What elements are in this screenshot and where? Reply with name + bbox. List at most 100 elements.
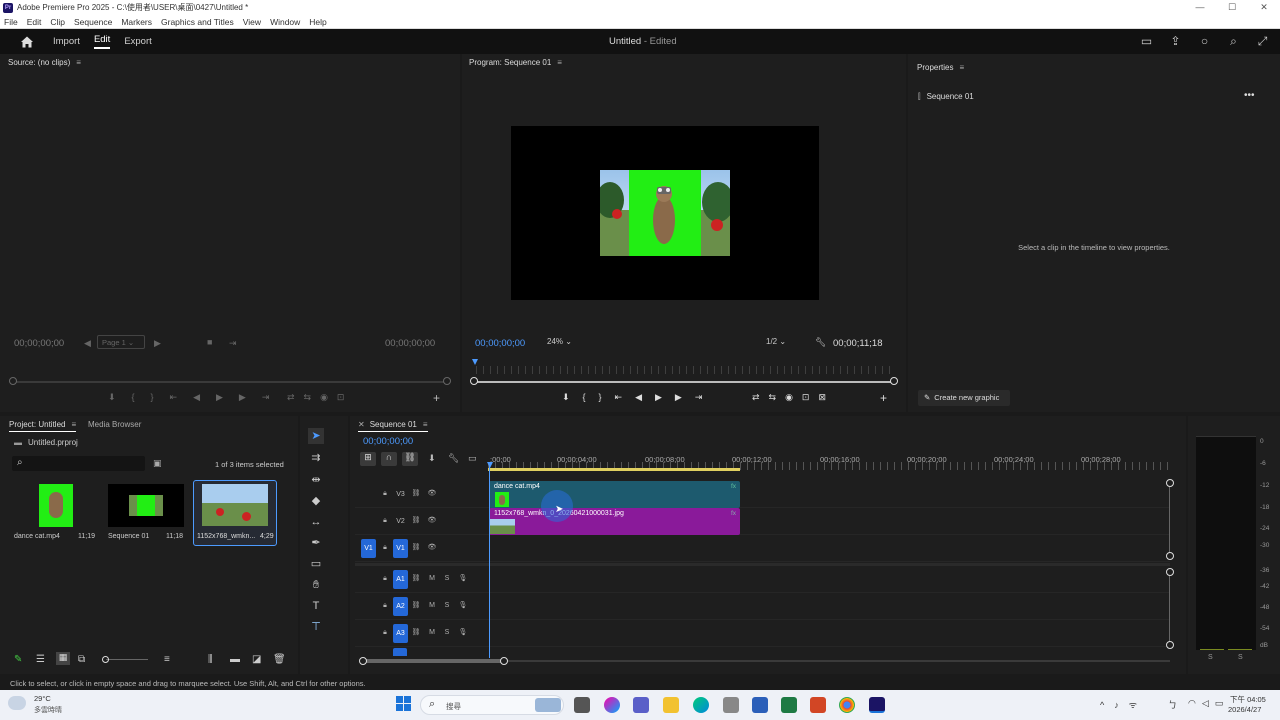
system-tray-icons[interactable]: ^♪ᯤ <box>1100 698 1147 711</box>
caption-tool-icon[interactable]: ⊤ <box>308 619 324 635</box>
menu-edit[interactable]: Edit <box>27 17 42 27</box>
panel-menu-icon[interactable]: ≡ <box>959 63 964 72</box>
nav-export[interactable]: Export <box>124 36 151 47</box>
page-select[interactable]: Page 1 ⌄ <box>97 335 145 349</box>
sync-lock-icon[interactable]: ⛓︎ <box>410 488 422 500</box>
lock-icon[interactable]: 🔒︎ <box>379 488 391 500</box>
solo-button[interactable]: S <box>441 573 453 585</box>
next-page-icon[interactable]: ▶ <box>154 338 161 349</box>
clip-image[interactable]: 1152x768_wmkn_0_20260421000031.jpg fx <box>489 508 740 535</box>
hscroll-handle-right[interactable] <box>500 657 508 665</box>
excel-icon[interactable] <box>781 697 797 713</box>
timeline-timecode[interactable]: 00;00;00;00 <box>363 436 413 447</box>
minimize-button[interactable]: — <box>1184 0 1216 15</box>
tab-media-browser[interactable]: Media Browser <box>88 420 141 429</box>
project-item-image-selected[interactable]: 1152x768_wmkn... 4;29 <box>193 480 277 546</box>
trash-icon[interactable]: 🗑︎ <box>273 654 286 665</box>
audio-vscroll-handle-bottom[interactable] <box>1166 641 1174 649</box>
freeform-view-icon[interactable]: ⧉ <box>78 654 85 665</box>
taskbar-search[interactable]: ⌕ 搜尋 <box>420 695 564 715</box>
mic-icon[interactable]: 🎙︎ <box>457 627 469 639</box>
vscroll-handle-bottom[interactable] <box>1166 552 1174 560</box>
zoom-slider[interactable] <box>102 656 148 663</box>
lock-icon[interactable]: 🔒︎ <box>379 627 391 639</box>
list-view-icon[interactable]: ☰ <box>36 654 45 665</box>
ime-icon[interactable]: ㄅ <box>1168 698 1177 711</box>
program-timecode-current[interactable]: 00;00;00;00 <box>475 338 525 349</box>
sync-lock-icon[interactable]: ⛓︎ <box>410 627 422 639</box>
mute-button[interactable]: M <box>426 573 438 585</box>
track-name[interactable]: A2 <box>393 597 408 616</box>
nest-toggle-icon[interactable]: ⊞ <box>360 452 376 466</box>
pencil-icon[interactable]: ✎ <box>14 654 22 665</box>
search-icon[interactable]: ⌕ <box>1226 34 1241 49</box>
program-time-ruler[interactable] <box>476 366 894 374</box>
menu-window[interactable]: Window <box>270 17 300 27</box>
linked-selection-icon[interactable]: ⛓︎ <box>402 452 418 466</box>
settings-square-icon[interactable]: ■ <box>207 337 212 347</box>
network-volume-battery-icon[interactable]: ◠◁▭ <box>1188 698 1229 709</box>
timeline-playhead-head[interactable] <box>487 462 493 468</box>
nav-edit[interactable]: Edit <box>93 34 111 49</box>
create-new-graphic-button[interactable]: ✎ Create new graphic <box>918 390 1010 406</box>
snap-icon[interactable]: ∩ <box>381 452 397 466</box>
track-name[interactable]: A1 <box>393 570 408 589</box>
workspace-icon[interactable]: ▭ <box>1139 34 1154 49</box>
menu-help[interactable]: Help <box>309 17 326 27</box>
source-out-handle[interactable] <box>443 377 451 385</box>
mic-icon[interactable]: 🎙︎ <box>457 573 469 585</box>
source-in-handle[interactable] <box>9 377 17 385</box>
eye-icon[interactable]: 👁︎ <box>426 542 438 554</box>
new-bin-icon[interactable]: ▬ <box>230 654 240 665</box>
timeline-settings-icon[interactable]: 🔧︎ <box>448 453 459 464</box>
progress-icon[interactable]: ○ <box>1197 34 1212 49</box>
hscroll-handle-left[interactable] <box>359 657 367 665</box>
hand-tool-icon[interactable]: ✋︎ <box>308 577 324 593</box>
mute-button[interactable]: M <box>426 627 438 639</box>
menu-graphics[interactable]: Graphics and Titles <box>161 17 234 27</box>
weather-icon[interactable] <box>8 696 26 710</box>
edge-icon[interactable] <box>693 697 709 713</box>
eye-icon[interactable]: 👁︎ <box>426 488 438 500</box>
nav-import[interactable]: Import <box>53 36 80 47</box>
solo-right[interactable]: S <box>1238 654 1243 661</box>
resolution-select[interactable]: 1/2 ⌄ <box>762 335 804 349</box>
timeline-playhead-line[interactable] <box>489 466 490 658</box>
razor-tool-icon[interactable]: ◆ <box>308 493 324 509</box>
sync-lock-icon[interactable]: ⛓︎ <box>410 573 422 585</box>
solo-button[interactable]: S <box>441 600 453 612</box>
clock-date[interactable]: 2026/4/27 <box>1228 705 1261 714</box>
sync-lock-icon[interactable]: ⛓︎ <box>410 600 422 612</box>
program-playhead[interactable] <box>472 359 478 365</box>
panel-menu-icon[interactable]: ≡ <box>557 58 562 67</box>
solo-left[interactable]: S <box>1208 654 1213 661</box>
chrome-icon[interactable] <box>839 697 855 713</box>
clip-dance-cat[interactable]: dance cat.mp4 fx <box>489 481 740 508</box>
mic-icon[interactable]: 🎙︎ <box>457 600 469 612</box>
lock-icon[interactable]: 🔒︎ <box>379 600 391 612</box>
sync-lock-icon[interactable]: ⛓︎ <box>410 515 422 527</box>
source-patch-v1[interactable]: V1 <box>361 539 376 558</box>
eye-icon[interactable]: 👁︎ <box>426 515 438 527</box>
vscroll-track[interactable] <box>1169 487 1170 553</box>
lock-icon[interactable]: 🔒︎ <box>379 515 391 527</box>
rectangle-tool-icon[interactable]: ▭ <box>308 556 324 572</box>
menu-file[interactable]: File <box>4 17 18 27</box>
clock-time[interactable]: 下午 04:05 <box>1230 694 1266 705</box>
prev-page-icon[interactable]: ◀ <box>84 338 91 349</box>
ripple-edit-tool-icon[interactable]: ⇹ <box>308 472 324 488</box>
premiere-taskbar-icon[interactable] <box>869 697 885 713</box>
word-icon[interactable] <box>752 697 768 713</box>
add-button-icon[interactable]: + <box>880 391 887 405</box>
automate-to-sequence-icon[interactable]: ⫼ <box>208 654 213 665</box>
track-name[interactable]: V1 <box>393 539 408 558</box>
project-item-sequence[interactable]: Sequence 01 11;18 <box>104 482 188 544</box>
track-select-tool-icon[interactable]: ⇉ <box>308 450 324 466</box>
file-explorer-icon[interactable] <box>663 697 679 713</box>
program-in-handle[interactable] <box>470 377 478 385</box>
captions-icon[interactable]: ▭ <box>468 453 477 464</box>
start-icon[interactable] <box>396 696 412 712</box>
work-area-bar[interactable] <box>488 468 740 471</box>
selection-tool-icon[interactable]: ➤ <box>308 428 324 444</box>
program-out-handle[interactable] <box>890 377 898 385</box>
